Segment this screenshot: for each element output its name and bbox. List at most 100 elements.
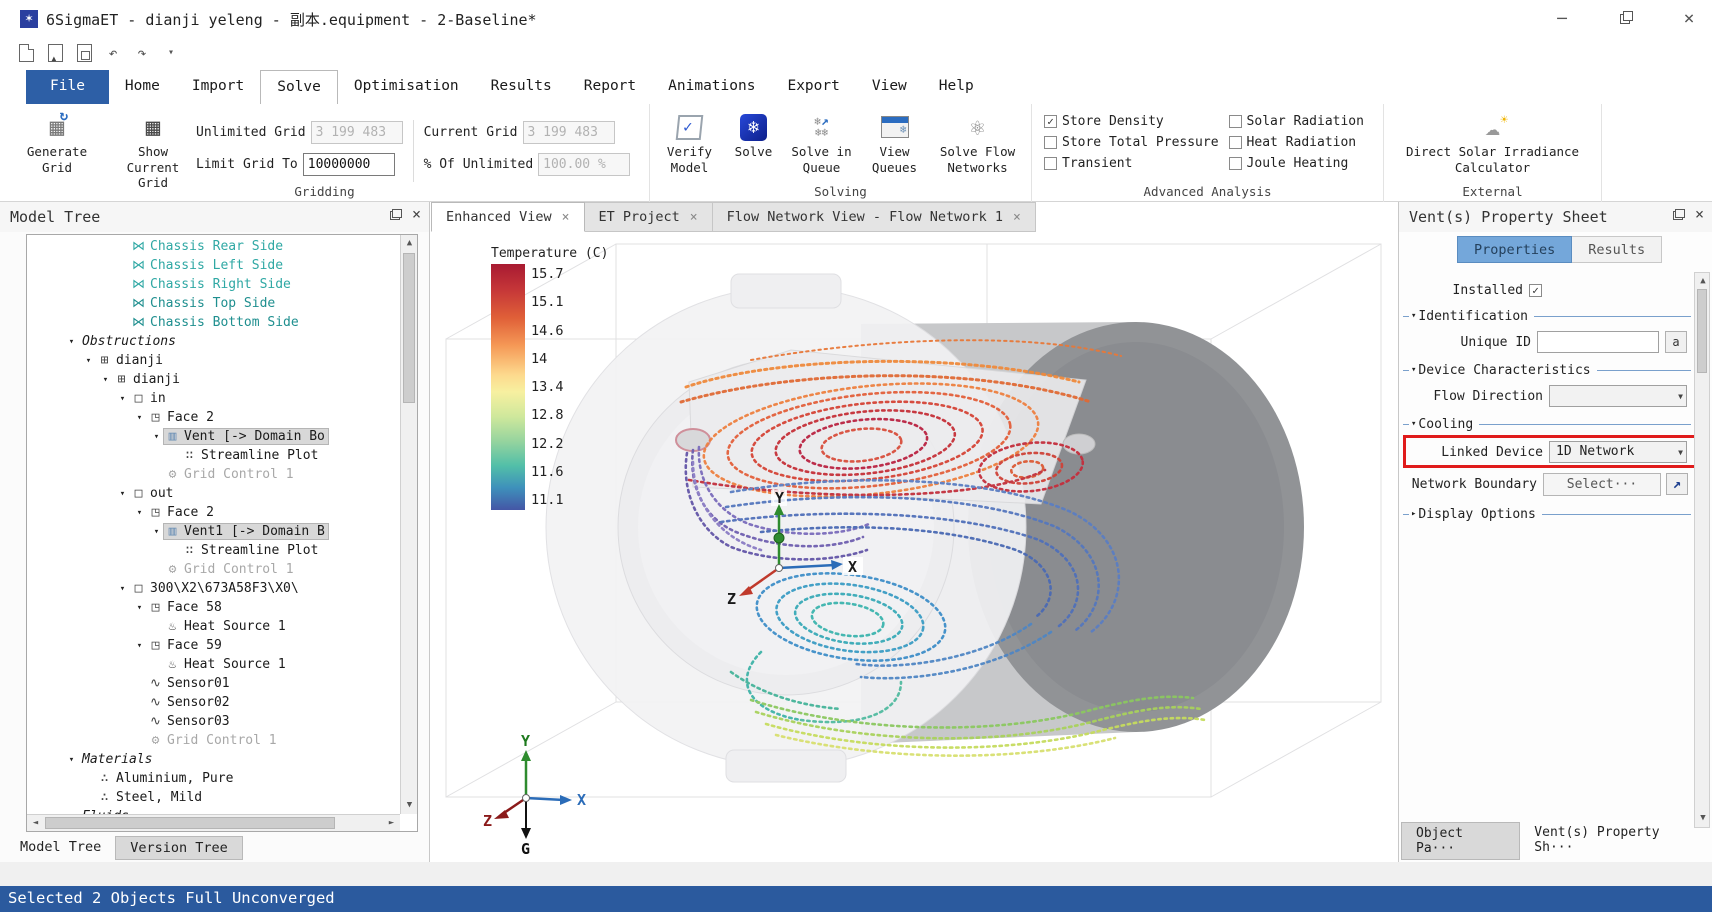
enhanced-view-viewport[interactable]: Y X Z Y X Z G Temperature ( — [431, 232, 1397, 862]
scroll-thumb[interactable] — [1697, 289, 1707, 373]
tree-item[interactable]: ∴Steel, Mild — [27, 788, 399, 807]
tab-vents-property-sheet[interactable]: Vent(s) Property Sh··· — [1520, 822, 1712, 860]
close-button[interactable]: × — [1672, 6, 1706, 32]
redo-icon[interactable]: ↷ — [132, 43, 152, 63]
tab-optimisation[interactable]: Optimisation — [338, 70, 475, 104]
tree-item[interactable]: ⋈Chassis Right Side — [27, 275, 399, 294]
tree-item[interactable]: ▾◳Face 2 — [27, 503, 399, 522]
tab-import[interactable]: Import — [176, 70, 260, 104]
tab-view[interactable]: View — [856, 70, 923, 104]
close-tab-icon[interactable]: × — [1013, 203, 1021, 232]
tree-expand-icon[interactable]: ▾ — [81, 356, 96, 366]
tree-expand-icon[interactable]: ▾ — [132, 413, 147, 423]
tab-animations[interactable]: Animations — [652, 70, 771, 104]
tree-expand-icon[interactable]: ▾ — [132, 603, 147, 613]
direct-solar-irradiance-button[interactable]: ☁☀ Direct Solar Irradiance Calculator — [1393, 110, 1593, 175]
tree-item[interactable]: ∿Sensor02 — [27, 693, 399, 712]
toolbar-options-icon[interactable]: ▾ — [161, 43, 181, 63]
tree-expand-icon[interactable]: ▾ — [149, 432, 164, 442]
tab-help[interactable]: Help — [923, 70, 990, 104]
tree-item[interactable]: ⋈Chassis Bottom Side — [27, 313, 399, 332]
tree-item[interactable]: ▾□300\X2\673A58F3\X0\ — [27, 579, 399, 598]
heat-radiation-checkbox[interactable] — [1229, 136, 1242, 149]
tree-item[interactable]: ▾⊞dianji — [27, 351, 399, 370]
transient-checkbox[interactable] — [1044, 157, 1057, 170]
tab-report[interactable]: Report — [568, 70, 652, 104]
close-panel-icon[interactable]: × — [1695, 208, 1704, 220]
undo-icon[interactable]: ↶ — [103, 43, 123, 63]
scroll-up-icon[interactable]: ▲ — [1695, 273, 1711, 290]
tree-item[interactable]: ♨Heat Source 1 — [27, 617, 399, 636]
restore-button[interactable] — [1608, 6, 1642, 32]
scroll-down-icon[interactable]: ▼ — [401, 797, 418, 814]
tab-results[interactable]: Results — [475, 70, 568, 104]
open-file-icon[interactable] — [45, 43, 65, 63]
tree-item[interactable]: ⋈Chassis Top Side — [27, 294, 399, 313]
tab-export[interactable]: Export — [771, 70, 855, 104]
tree-item[interactable]: ▾Obstructions — [27, 332, 399, 351]
tree-item[interactable]: ▾▥Vent1 [-> Domain B — [27, 522, 399, 541]
unique-id-input[interactable] — [1537, 331, 1659, 353]
tree-item[interactable]: ∷Streamline Plot — [27, 446, 399, 465]
verify-model-button[interactable]: Verify Model — [658, 110, 722, 175]
store-density-checkbox[interactable]: ✓ — [1044, 115, 1057, 128]
solve-flow-networks-button[interactable]: ⚛Solve Flow Networks — [932, 110, 1024, 175]
tree-item[interactable]: ⚙Grid Control 1 — [27, 560, 399, 579]
tree-item[interactable]: ▾□in — [27, 389, 399, 408]
tree-expand-icon[interactable]: ▾ — [132, 641, 147, 651]
float-panel-icon[interactable] — [1673, 209, 1685, 220]
section-identification[interactable]: ▾ Identification — [1403, 306, 1691, 326]
view-tab-enhanced-view[interactable]: Enhanced View× — [431, 202, 585, 232]
tree-expand-icon[interactable]: ▾ — [115, 489, 130, 499]
section-device-characteristics[interactable]: ▾ Device Characteristics — [1403, 360, 1691, 380]
linked-device-dropdown[interactable]: 1D Network — [1549, 441, 1687, 463]
joule-heating-checkbox[interactable] — [1229, 157, 1242, 170]
tree-item[interactable]: ∷Streamline Plot — [27, 541, 399, 560]
tree-item[interactable]: ▾◳Face 59 — [27, 636, 399, 655]
view-tab-flow-network-view-flow-network-1[interactable]: Flow Network View - Flow Network 1× — [713, 202, 1036, 232]
tab-home[interactable]: Home — [109, 70, 176, 104]
solve-in-queue-button[interactable]: ❄↗❄❄Solve in Queue — [786, 110, 858, 175]
scroll-right-icon[interactable]: ► — [383, 815, 400, 832]
tree-item[interactable]: ⚙Grid Control 1 — [27, 465, 399, 484]
tab-properties[interactable]: Properties — [1457, 236, 1572, 263]
tab-solve[interactable]: Solve — [260, 70, 338, 104]
close-tab-icon[interactable]: × — [562, 203, 570, 232]
scroll-left-icon[interactable]: ◄ — [27, 815, 44, 832]
tree-item[interactable]: ⚙Grid Control 1 — [27, 731, 399, 750]
view-tab-et-project[interactable]: ET Project× — [585, 202, 713, 232]
tree-item[interactable]: ▾▥Vent [-> Domain Bo — [27, 427, 399, 446]
tab-results[interactable]: Results — [1572, 236, 1662, 263]
tree-vertical-scrollbar[interactable]: ▲ ▼ — [400, 235, 417, 814]
scroll-up-icon[interactable]: ▲ — [401, 235, 418, 252]
tree-item[interactable]: ▾◳Face 58 — [27, 598, 399, 617]
limit-grid-to-input[interactable]: 10000000 — [303, 153, 395, 176]
tree-item[interactable]: ∿Sensor01 — [27, 674, 399, 693]
tree-item[interactable]: ▾□out — [27, 484, 399, 503]
tree-item[interactable]: ▾◳Face 2 — [27, 408, 399, 427]
tree-horizontal-scrollbar[interactable]: ◄ ► — [27, 814, 400, 831]
scroll-thumb[interactable] — [403, 253, 415, 403]
close-panel-icon[interactable]: × — [412, 208, 421, 220]
tree-expand-icon[interactable]: ▾ — [64, 755, 79, 765]
section-cooling[interactable]: ▾ Cooling — [1403, 414, 1691, 434]
section-display-options[interactable]: ▸ Display Options — [1403, 504, 1691, 524]
tree-item[interactable]: ▾⊞dianji — [27, 370, 399, 389]
solar-radiation-checkbox[interactable] — [1229, 115, 1242, 128]
tree-item[interactable]: ♨Heat Source 1 — [27, 655, 399, 674]
float-panel-icon[interactable] — [390, 209, 402, 220]
rename-button[interactable]: a — [1665, 331, 1687, 353]
view-queues-button[interactable]: View Queues — [864, 110, 926, 175]
link-icon[interactable]: ↗ — [1666, 473, 1688, 495]
tab-object-palette[interactable]: Object Pa··· — [1401, 822, 1520, 860]
tree-item[interactable]: ∿Sensor03 — [27, 712, 399, 731]
store-total-pressure-checkbox[interactable] — [1044, 136, 1057, 149]
tree-item[interactable]: ∴Aluminium, Pure — [27, 769, 399, 788]
network-boundary-select-button[interactable]: Select··· — [1543, 473, 1661, 496]
tab-version-tree[interactable]: Version Tree — [115, 836, 243, 860]
close-tab-icon[interactable]: × — [690, 203, 698, 232]
scroll-thumb[interactable] — [45, 817, 335, 829]
tree-expand-icon[interactable]: ▾ — [115, 394, 130, 404]
solve-button[interactable]: ❄Solve — [728, 110, 780, 175]
save-icon[interactable] — [74, 43, 94, 63]
